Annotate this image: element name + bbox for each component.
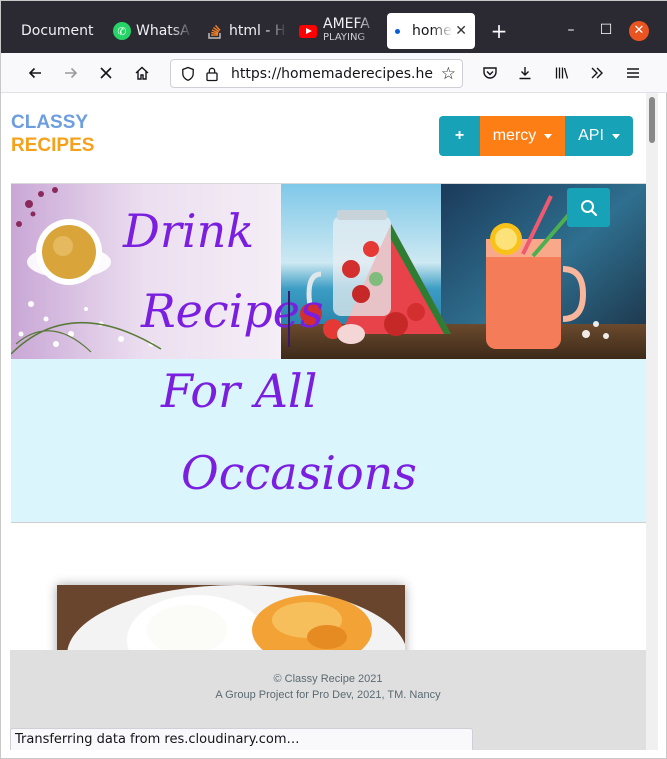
forward-arrow-icon [65, 67, 78, 79]
api-menu-button[interactable]: API [565, 116, 633, 156]
forward-button[interactable] [59, 61, 83, 85]
bookmark-star-icon[interactable]: ☆ [441, 64, 456, 84]
more-tools-button[interactable] [585, 61, 609, 85]
hamburger-menu-icon [627, 68, 639, 78]
app-menu-button[interactable] [621, 61, 645, 85]
tab-title: Document [21, 23, 94, 39]
hero-text-line-1: Drink [123, 204, 255, 258]
user-menu-label: mercy [492, 127, 537, 144]
scrollbar-thumb[interactable] [649, 97, 655, 143]
header-button-group: + mercy API [439, 116, 633, 156]
brand-line-2: RECIPES [11, 135, 95, 156]
pocket-icon [483, 67, 497, 79]
library-button[interactable] [550, 61, 574, 85]
minimize-button[interactable]: – [561, 21, 581, 39]
tab-strip: Document ✆ WhatsA html - H AMEFA PLAYING [1, 1, 667, 53]
home-button[interactable] [130, 61, 154, 85]
back-button[interactable] [23, 61, 47, 85]
downloads-button[interactable] [513, 61, 537, 85]
stackoverflow-icon [208, 24, 221, 39]
page-scrollbar[interactable] [646, 93, 658, 750]
tab-whatsapp[interactable]: ✆ WhatsA [113, 13, 193, 49]
search-icon [580, 199, 597, 216]
hero-text-line-3: For All [161, 364, 318, 418]
address-bar[interactable]: https://homemaderecipes.he ☆ [170, 59, 463, 88]
url-text: https://homemaderecipes.he [231, 65, 433, 82]
footer-credit: A Group Project for Pro Dev, 2021, TM. N… [215, 689, 441, 701]
caret-down-icon [544, 133, 553, 139]
hero-banner-image [11, 184, 646, 359]
site-logo[interactable]: CLASSY RECIPES [11, 111, 94, 157]
stop-icon [100, 67, 112, 79]
lock-icon[interactable] [205, 66, 221, 82]
caret-down-icon [611, 133, 620, 139]
download-icon [519, 67, 531, 80]
tab-html[interactable]: html - H [207, 13, 287, 49]
double-chevron-icon [591, 67, 603, 79]
close-window-button[interactable]: ✕ [629, 21, 649, 41]
home-icon [135, 66, 149, 80]
brand-line-1: CLASSY [11, 112, 89, 133]
search-button[interactable] [567, 188, 610, 227]
hero-text-line-4: Occasions [181, 446, 417, 500]
tab-close-icon[interactable]: ✕ [455, 23, 467, 39]
tab-home-active[interactable]: home ✕ [387, 13, 475, 49]
stop-loading-button[interactable] [94, 61, 118, 85]
footer-copyright: © Classy Recipe 2021 [273, 673, 383, 685]
loading-dot-icon [395, 28, 400, 34]
hero-text-line-2: Recipes [141, 284, 324, 338]
new-tab-button[interactable]: + [488, 19, 510, 43]
tracking-protection-icon[interactable] [181, 66, 197, 82]
whatsapp-icon: ✆ [113, 22, 131, 40]
library-icon [555, 67, 569, 79]
api-menu-label: API [578, 127, 604, 144]
status-bar: Transferring data from res.cloudinary.co… [10, 728, 473, 750]
back-arrow-icon [28, 67, 41, 79]
user-menu-button[interactable]: mercy [480, 116, 565, 156]
maximize-button[interactable]: ☐ [596, 21, 616, 39]
youtube-icon [299, 24, 317, 38]
navigation-bar: https://homemaderecipes.he ☆ [1, 53, 667, 93]
add-recipe-button[interactable]: + [439, 116, 480, 156]
tab-youtube[interactable]: AMEFA PLAYING [299, 13, 379, 49]
pocket-button[interactable] [478, 61, 502, 85]
tab-document[interactable]: Document [21, 13, 101, 49]
browser-window: Document ✆ WhatsA html - H AMEFA PLAYING [0, 0, 667, 759]
hero-section: Drink Recipes For All Occasions [11, 183, 646, 523]
text-cursor [288, 291, 290, 347]
